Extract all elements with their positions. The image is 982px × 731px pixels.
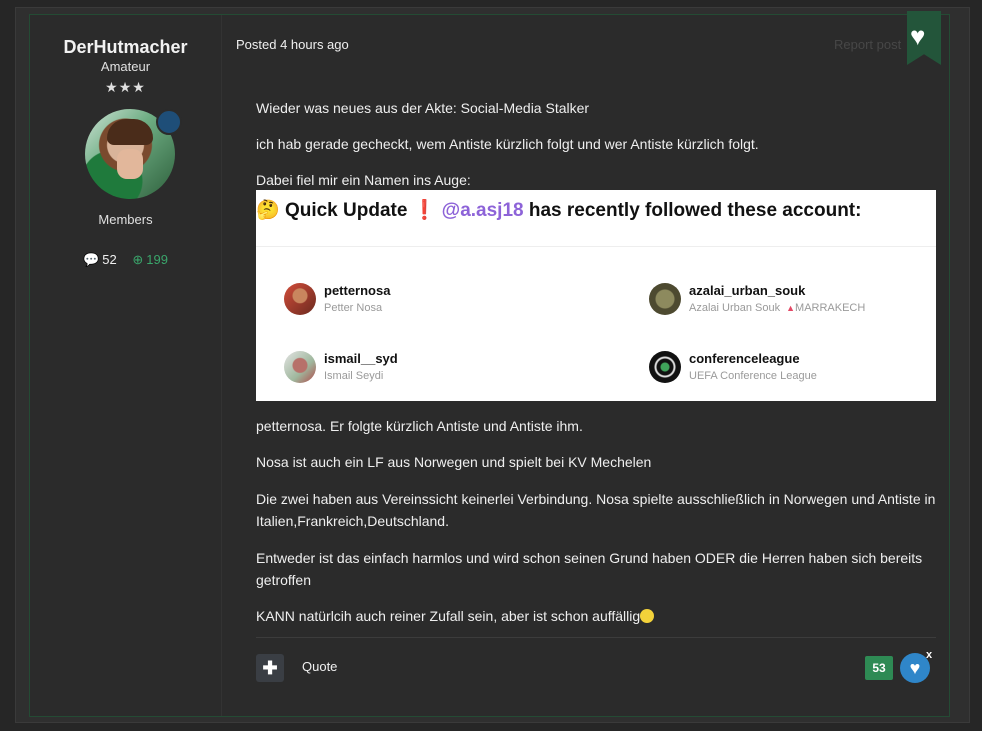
post-timestamp[interactable]: Posted 4 hours ago [236, 37, 349, 52]
speech-bubble-icon: 💬 [83, 252, 100, 267]
account-avatar [284, 283, 316, 315]
account-avatar [649, 283, 681, 315]
post-paragraph: Nosa ist auch ein LF aus Norwegen und sp… [256, 454, 652, 470]
account-username: petternosa [324, 283, 391, 298]
post-paragraph: Dabei fiel mir ein Namen ins Auge: [256, 172, 471, 188]
embed-title-prefix: Quick Update [284, 200, 408, 221]
remove-reaction-button[interactable]: x [926, 649, 932, 661]
forum-post: DerHutmacher Amateur ★★★ Members 💬 52 ⊕ 19… [29, 11, 950, 717]
account-avatar [284, 351, 316, 383]
nerd-emoji-icon [640, 609, 655, 623]
embed-divider [256, 246, 936, 247]
embedded-image[interactable]: 🤔 Quick Update ❗ @a.asj18 has recently f… [256, 190, 936, 401]
author-panel: DerHutmacher Amateur ★★★ Members 💬 52 ⊕ 19… [30, 15, 222, 716]
account-display-name: UEFA Conference League [689, 370, 817, 382]
heart-icon: ♥ [909, 658, 921, 678]
post-paragraph: petternosa. Er folgte kürzlich Antiste u… [256, 418, 583, 434]
favorite-ribbon[interactable]: ♥ [907, 11, 941, 65]
post-paragraph: ich hab gerade gecheckt, wem Antiste kür… [256, 136, 759, 152]
author-name[interactable]: DerHutmacher [30, 37, 221, 58]
avatar-hair [107, 119, 153, 145]
account-username: azalai_urban_souk [689, 283, 806, 298]
location-pin-icon: ▲ [786, 303, 796, 313]
post-paragraph: Wieder was neues aus der Akte: Social-Me… [256, 100, 590, 116]
author-stats: 💬 52 ⊕ 199 [30, 252, 221, 268]
post-paragraph-text: KANN natürlcih auch reiner Zufall sein, … [256, 608, 641, 624]
report-post-link[interactable]: Report post [834, 37, 901, 52]
reaction-count[interactable]: 53 [865, 656, 893, 680]
post-paragraph-last: KANN natürlcih auch reiner Zufall sein, … [256, 605, 936, 627]
embed-title: 🤔 Quick Update ❗ @a.asj18 has recently f… [256, 198, 861, 222]
avatar-hand [117, 149, 143, 179]
account-display-name: Ismail Seydi [324, 370, 384, 382]
account-display-name: Petter Nosa [324, 302, 383, 314]
thinking-emoji-icon: 🤔 [256, 200, 280, 221]
account-username: ismail__syd [324, 351, 398, 366]
post-count-value: 52 [102, 252, 117, 267]
reputation-value: 199 [146, 252, 168, 267]
exclamation-icon: ❗ [412, 200, 437, 221]
online-status-indicator [156, 109, 182, 135]
account-display-name-text: Azalai Urban Souk [689, 302, 781, 314]
author-rank: Amateur [100, 59, 151, 74]
author-group: Members [98, 212, 153, 227]
plus-circle-icon: ⊕ [132, 252, 144, 267]
post-paragraph: Entweder ist das einfach harmlos und wir… [256, 550, 923, 588]
heart-icon: ♥ [910, 21, 926, 51]
account-avatar [649, 351, 681, 383]
embed-title-suffix: has recently followed these account: [528, 200, 862, 221]
post-footer-divider [256, 637, 936, 638]
multiquote-button[interactable]: ✚ [256, 654, 284, 682]
post-paragraph: Die zwei haben aus Vereinssicht keinerle… [256, 491, 936, 529]
account-display-name: Azalai Urban Souk ▲MARRAKECH [689, 302, 865, 314]
account-username: conferenceleague [689, 351, 800, 366]
reputation[interactable]: ⊕ 199 [132, 252, 168, 267]
embed-handle: @a.asj18 [441, 200, 524, 221]
quote-button[interactable]: Quote [302, 659, 337, 674]
plus-icon: ✚ [262, 658, 278, 678]
rank-stars: ★★★ [105, 79, 146, 95]
post-count[interactable]: 💬 52 [83, 252, 120, 267]
account-location: MARRAKECH [795, 302, 866, 314]
